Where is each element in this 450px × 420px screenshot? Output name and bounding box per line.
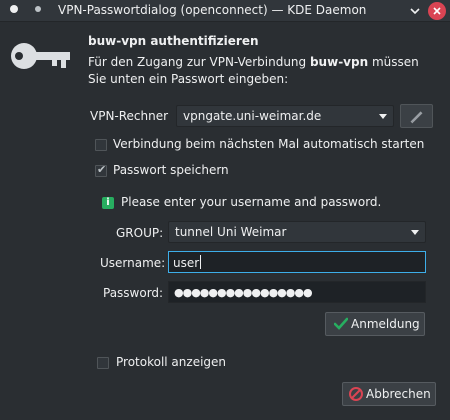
close-icon <box>433 7 441 15</box>
vpn-host-select[interactable]: vpngate.uni-weimar.de <box>176 105 394 127</box>
pin-icon[interactable] <box>35 6 41 12</box>
text-cursor <box>200 255 202 269</box>
username-value: user <box>173 256 200 270</box>
username-input[interactable]: user <box>168 251 426 273</box>
password-value: ●●●●●●●●●●●●●●●● <box>174 286 313 299</box>
window-titlebar[interactable]: VPN-Passwortdialog (openconnect) — KDE D… <box>0 0 450 22</box>
login-button-label: Anmeldung <box>351 317 420 331</box>
edit-host-button[interactable] <box>400 104 433 128</box>
key-icon <box>11 43 70 69</box>
window-title: VPN-Passwortdialog (openconnect) — KDE D… <box>58 3 367 17</box>
cancel-button-label: Abbrechen <box>366 387 431 401</box>
chevron-down-icon <box>379 114 387 119</box>
username-label: Username: <box>100 256 166 270</box>
description-text: Für den Zugang zur VPN-Verbindung <box>88 55 310 69</box>
show-log-label: Protokoll anzeigen <box>116 355 227 369</box>
group-select[interactable]: tunnel Uni Weimar <box>168 221 426 243</box>
check-icon <box>334 317 348 330</box>
vpn-host-value: vpngate.uni-weimar.de <box>183 109 322 123</box>
minimize-icon[interactable] <box>408 4 422 18</box>
save-password-checkbox[interactable]: ✔ <box>95 163 107 177</box>
app-menu-icon[interactable] <box>10 5 18 13</box>
vpn-host-label: VPN-Rechner <box>90 109 169 123</box>
autostart-label: Verbindung beim nächsten Mal automatisch… <box>113 137 425 151</box>
info-icon: i <box>102 197 114 209</box>
login-button[interactable]: Anmeldung <box>325 312 425 336</box>
password-input[interactable]: ●●●●●●●●●●●●●●●● <box>168 281 426 303</box>
show-log-checkbox[interactable] <box>97 357 109 369</box>
checkmark-icon: ✔ <box>97 163 107 176</box>
cancel-button[interactable]: Abbrechen <box>342 382 436 406</box>
chevron-down-icon <box>411 230 419 235</box>
dialog-description: Für den Zugang zur VPN-Verbindung buw-vp… <box>88 54 433 88</box>
password-label: Password: <box>103 286 164 300</box>
pencil-icon <box>410 111 423 124</box>
close-button[interactable] <box>428 2 446 20</box>
group-label: GROUP: <box>116 226 164 240</box>
cancel-icon <box>349 387 363 401</box>
dialog-heading: buw-vpn authentifizieren <box>88 34 259 48</box>
save-password-label: Passwort speichern <box>113 163 229 177</box>
autostart-checkbox[interactable] <box>95 139 107 151</box>
info-message: Please enter your username and password. <box>121 195 382 209</box>
connection-name: buw-vpn <box>309 55 369 69</box>
group-value: tunnel Uni Weimar <box>175 225 287 239</box>
